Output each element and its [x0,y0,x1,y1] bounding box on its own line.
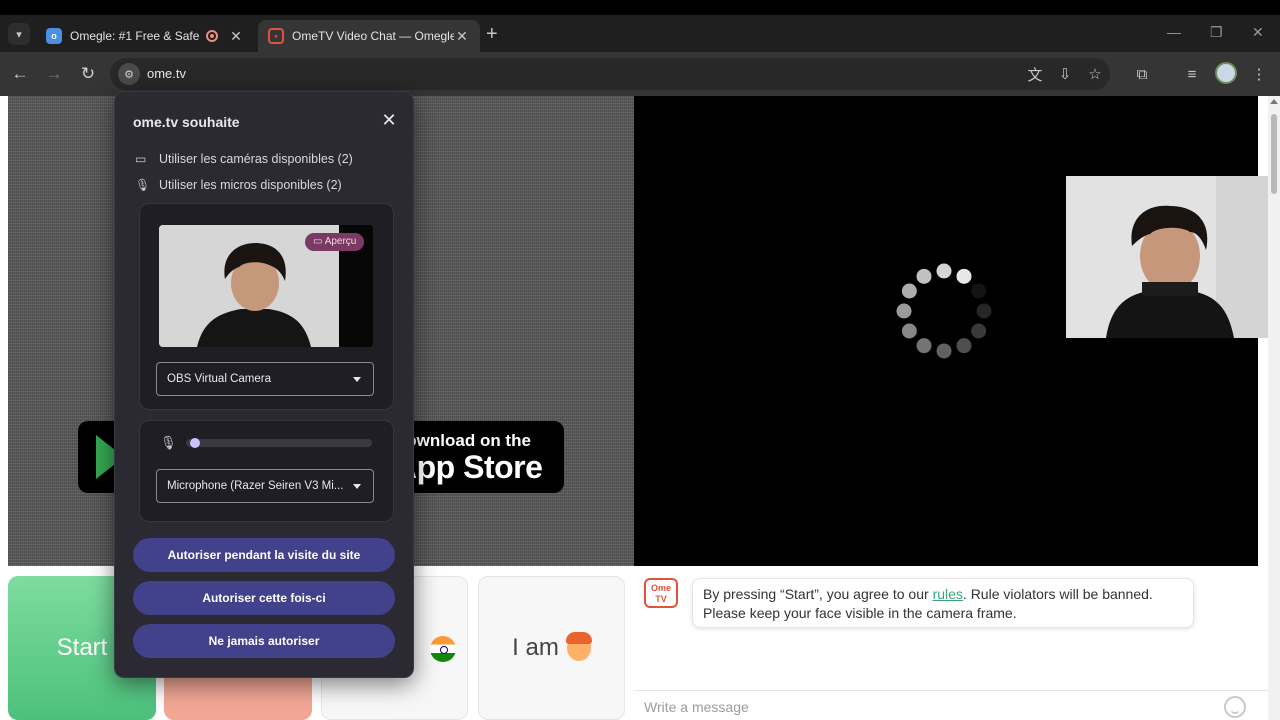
spinner-dot [956,268,972,284]
permission-camera-label: Utiliser les caméras disponibles (2) [159,152,353,166]
permission-microphone: 🎙 Utiliser les micros disponibles (2) [135,178,342,192]
spinner-dot [976,303,992,319]
permission-camera: ▭ Utiliser les caméras disponibles (2) [135,152,353,166]
new-tab-plus-icon[interactable]: + [486,24,498,44]
ometv-favicon-icon: • [268,28,284,44]
camera-select-value: OBS Virtual Camera [167,373,271,385]
tab-bar: ▾ o Omegle: #1 Free & Safe Vid ✕ • OmeTV… [0,15,1280,52]
gender-select-button[interactable]: I am [478,576,625,720]
preview-badge-label: Aperçu [324,236,357,247]
camera-preview-box: ▭ Aperçu OBS Virtual Camera [139,203,394,410]
camera-select[interactable]: OBS Virtual Camera [156,362,374,396]
close-window-icon[interactable]: ✕ [1252,24,1264,41]
preview-camera-icon: ▭ [313,236,325,247]
browser-toolbar: ← → ↻ ⚙ ome.tv 文 ⇩ ☆ ⧉ ≡ ⋮ [0,52,1280,96]
screen-top-strip [0,0,1280,15]
scroll-up-arrow-icon[interactable] [1270,99,1278,104]
tab-ometv[interactable]: • OmeTV Video Chat — Omegle ✕ [258,20,480,52]
spinner-dot [936,263,952,279]
mic-level-indicator [189,438,200,448]
app-store-line2: App Store [394,449,543,485]
microphone-level-icon: 🎙 [160,435,177,450]
close-tab-icon[interactable]: ✕ [228,28,244,45]
microphone-icon: 🎙 [135,178,151,192]
tab-title: Omegle: #1 Free & Safe Vid [70,29,202,43]
webcam-person-image [1066,176,1280,338]
person-emoji-icon [565,632,592,661]
close-popup-icon[interactable]: ✕ [379,110,399,130]
microphone-box: 🎙 Microphone (Razer Seiren V3 Mi... [139,420,394,522]
camera-preview: ▭ Aperçu [159,225,373,347]
spinner-dot [916,268,932,284]
site-controls-icon[interactable]: ⚙ [118,63,140,85]
message-input-bar [634,690,1268,720]
restore-window-icon[interactable]: ❐ [1210,24,1223,41]
spinner-dot [936,343,952,359]
spinner-dot [896,303,912,319]
media-controls-icon[interactable]: ≡ [1181,63,1203,85]
tab-search-chevron-icon[interactable]: ▾ [8,23,30,45]
permission-mic-label: Utiliser les micros disponibles (2) [159,178,342,192]
extensions-puzzle-icon[interactable]: ⧉ [1131,63,1153,85]
mic-select-value: Microphone (Razer Seiren V3 Mi... [167,480,344,492]
close-tab-icon[interactable]: ✕ [454,28,470,45]
spinner-dot [971,283,987,299]
chat-panel: Ome TV By pressing “Start”, you agree to… [634,566,1268,720]
translate-icon[interactable]: 文 [1024,63,1046,85]
spinner-dot [956,338,972,354]
spinner-dot [916,338,932,354]
page-scrollbar[interactable] [1268,96,1280,720]
permission-popup: ome.tv souhaite ✕ ▭ Utiliser les caméras… [114,91,414,678]
iam-label: I am [512,634,559,661]
more-menu-icon[interactable]: ⋮ [1248,63,1270,85]
tab-title: OmeTV Video Chat — Omegle [292,29,454,43]
forward-arrow-icon[interactable]: → [43,63,65,85]
install-app-icon[interactable]: ⇩ [1054,63,1076,85]
start-button-label: Start [56,634,108,661]
address-bar[interactable]: ⚙ ome.tv [110,58,1110,90]
never-allow-button[interactable]: Ne jamais autoriser [133,624,395,658]
rules-notice: By pressing “Start”, you agree to our ru… [692,578,1194,628]
mic-level-meter [186,438,372,448]
reload-icon[interactable]: ↻ [77,63,99,85]
ometv-logo-icon: Ome TV [644,578,678,608]
scrollbar-thumb[interactable] [1271,114,1277,194]
chevron-down-icon [353,484,361,489]
microphone-select[interactable]: Microphone (Razer Seiren V3 Mi... [156,469,374,503]
notice-text-before: By pressing “Start”, you agree to our [703,586,933,602]
emoji-smiley-icon[interactable] [1224,696,1246,718]
spinner-dot [971,323,987,339]
app-store-line1: Download on the [394,431,531,450]
rules-link[interactable]: rules [933,586,963,602]
spinner-dot [901,283,917,299]
allow-once-button[interactable]: Autoriser cette fois-ci [133,581,395,615]
app-store-badge[interactable]: Download on the App Store [388,421,564,493]
message-input[interactable] [644,696,1204,718]
preview-badge: ▭ Aperçu [305,233,365,251]
allow-during-visit-button[interactable]: Autoriser pendant la visite du site [133,538,395,572]
url-text[interactable]: ome.tv [147,66,186,81]
spinner-dot [901,323,917,339]
india-flag-icon [430,636,456,662]
back-arrow-icon[interactable]: ← [9,63,31,85]
recording-indicator-icon [206,30,218,42]
loading-spinner-icon [896,263,992,359]
minimize-window-icon[interactable]: — [1167,24,1181,40]
omegle-favicon-icon: o [46,28,62,44]
bookmark-star-icon[interactable]: ☆ [1084,63,1106,85]
popup-title: ome.tv souhaite [133,114,240,130]
profile-avatar[interactable] [1215,62,1237,84]
video-camera-icon: ▭ [135,152,147,166]
self-camera-preview [1066,176,1280,338]
chevron-down-icon [353,377,361,382]
tab-omegle[interactable]: o Omegle: #1 Free & Safe Vid ✕ [36,20,254,52]
